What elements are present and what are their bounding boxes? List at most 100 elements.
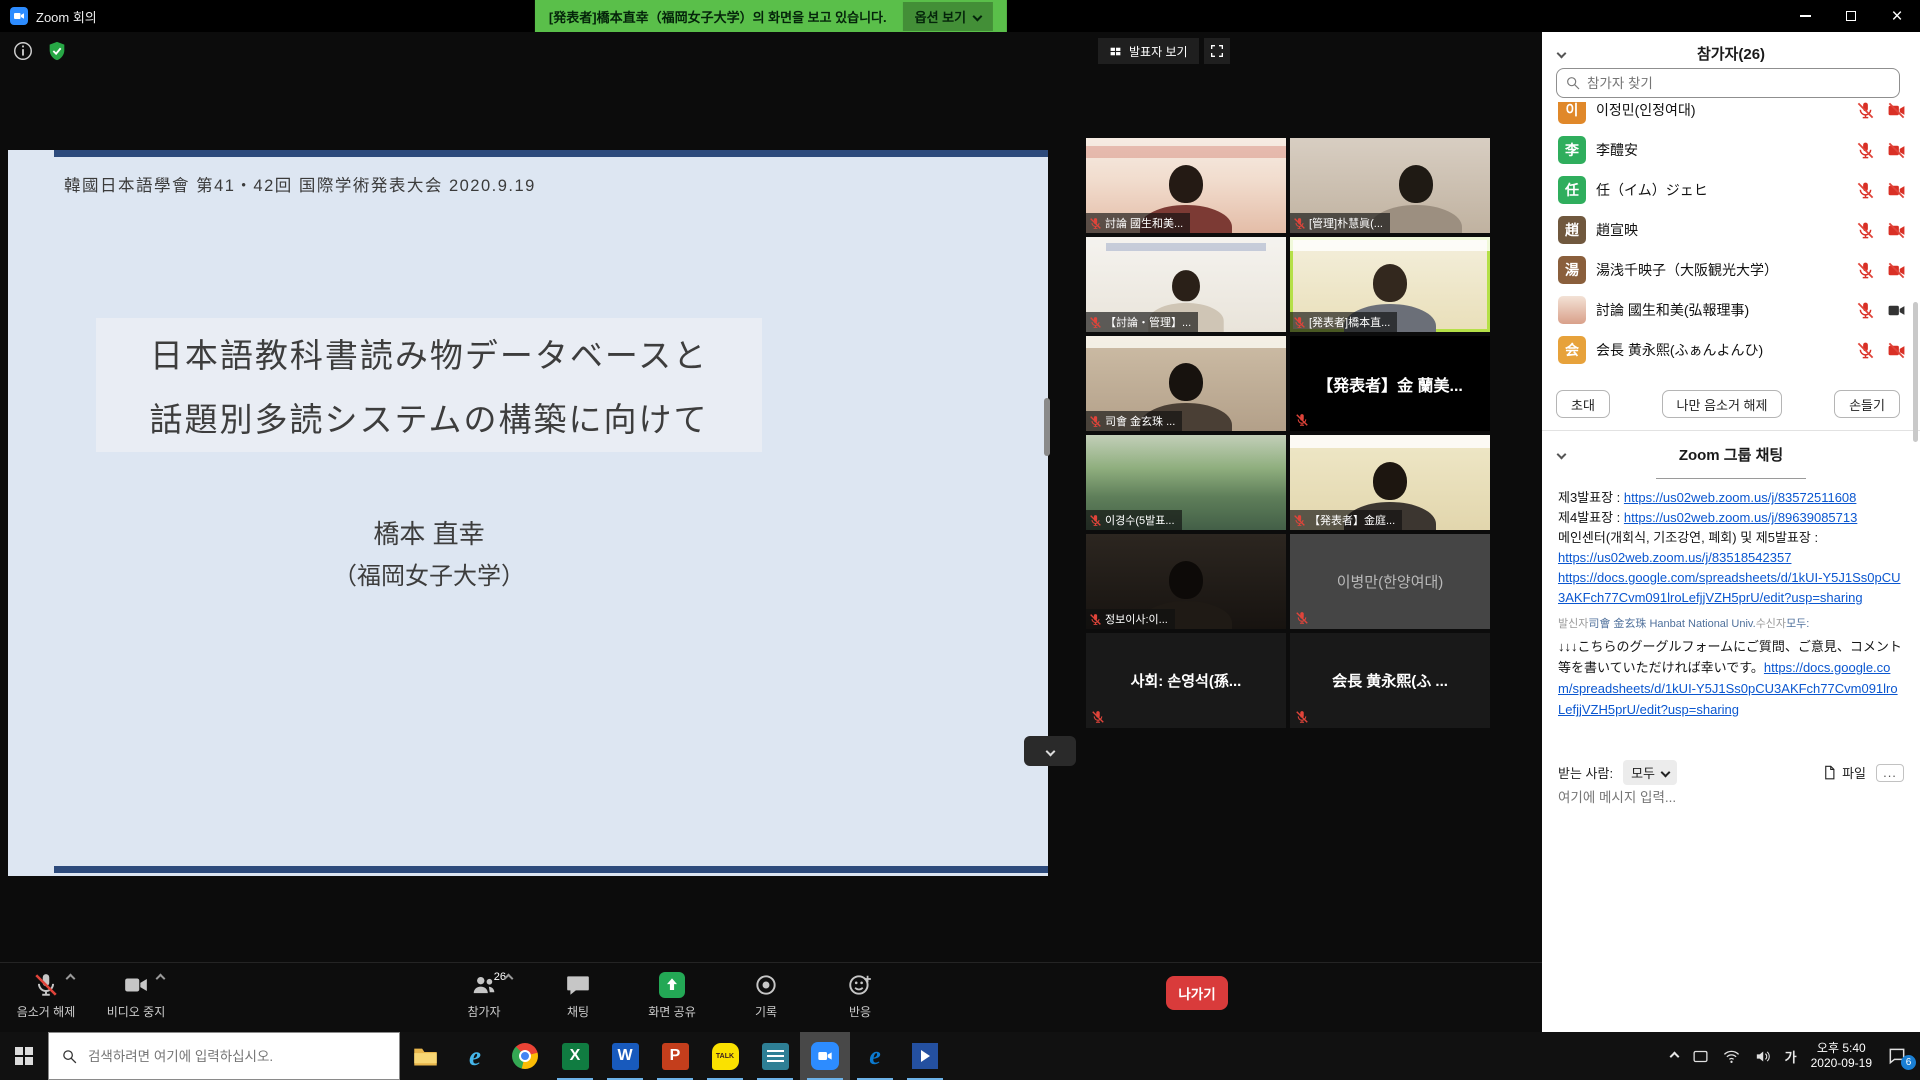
action-center-icon[interactable]: 6 <box>1886 1046 1908 1066</box>
chat-link[interactable]: https://us02web.zoom.us/j/89639085713 <box>1624 510 1857 525</box>
start-button[interactable] <box>0 1032 48 1080</box>
video-tile-name-only[interactable]: 사회: 손영석(孫... <box>1086 633 1286 728</box>
video-tile[interactable]: 討論 國生和美... <box>1086 138 1286 233</box>
participants-label: 참가자 <box>467 1003 500 1020</box>
ime-indicator[interactable]: 가 <box>1785 1047 1797 1066</box>
video-tile[interactable]: 【討論・管理】... <box>1086 237 1286 332</box>
participant-row[interactable]: 会 会長 黄永熙(ふぁんよんひ) <box>1542 330 1920 370</box>
taskbar-powerpoint[interactable]: P <box>650 1032 700 1080</box>
participant-search-input[interactable] <box>1587 76 1891 91</box>
close-button[interactable]: × <box>1874 0 1920 32</box>
taskbar-ebook-app[interactable] <box>750 1032 800 1080</box>
video-tile[interactable]: 정보이사:이... <box>1086 534 1286 629</box>
presenter-view-label: 발표자 보기 <box>1129 43 1188 60</box>
muted-mic-icon <box>1856 341 1875 360</box>
stage-scrollbar-handle[interactable] <box>1044 398 1050 456</box>
video-tile-name-only[interactable]: 이병만(한양여대) <box>1290 534 1490 629</box>
taskbar-chrome[interactable] <box>500 1032 550 1080</box>
unmute-me-button[interactable]: 나만 음소거 해제 <box>1662 390 1783 418</box>
hidden-icons-chevron[interactable] <box>1669 1051 1679 1061</box>
chat-sender-meta: 발신자司會 金玄珠 Hanbat National Univ.수신자모두: <box>1558 614 1904 634</box>
chat-link[interactable]: https://docs.google.com/spreadsheets/d/1… <box>1558 570 1901 605</box>
network-icon[interactable] <box>1723 1048 1740 1065</box>
taskbar-search-box[interactable] <box>48 1032 400 1080</box>
chat-link[interactable]: https://us02web.zoom.us/j/83518542357 <box>1558 550 1791 565</box>
avatar: 이 <box>1558 102 1586 124</box>
video-off-icon <box>1887 181 1906 200</box>
video-options-chevron[interactable] <box>156 974 166 984</box>
taskbar-internet-explorer[interactable]: e <box>450 1032 500 1080</box>
encryption-shield-icon[interactable] <box>46 40 68 62</box>
chat-resize-handle[interactable] <box>1656 478 1806 479</box>
participant-row[interactable]: 討論 國生和美(弘報理事) <box>1542 290 1920 330</box>
muted-mic-icon <box>1293 217 1306 230</box>
video-tile[interactable]: [管理]朴慧眞(... <box>1290 138 1490 233</box>
video-tile-name-only[interactable]: 会長 黄永熙(ふ ... <box>1290 633 1490 728</box>
grid-view-icon <box>1109 45 1122 58</box>
taskbar-word[interactable]: W <box>600 1032 650 1080</box>
collapse-participants-chevron[interactable] <box>1557 48 1567 58</box>
meeting-info-icon[interactable] <box>12 40 34 62</box>
taskbar-search-input[interactable] <box>88 1049 387 1064</box>
tray-date: 2020-09-19 <box>1811 1056 1872 1070</box>
share-screen-icon <box>659 972 685 998</box>
stop-video-label: 비디오 중지 <box>107 1003 166 1020</box>
unmute-button[interactable]: 음소거 해제 <box>14 972 78 1020</box>
volume-icon[interactable] <box>1754 1048 1771 1065</box>
participant-row[interactable]: 湯 湯浅千映子（大阪観光大学） <box>1542 250 1920 290</box>
video-tile-active-speaker[interactable]: [発表者]橋本直... <box>1290 237 1490 332</box>
mic-options-chevron[interactable] <box>66 974 76 984</box>
record-icon <box>753 972 779 998</box>
panel-scrollbar-handle[interactable] <box>1913 302 1918 442</box>
file-attach-button[interactable]: 파일 <box>1822 763 1866 782</box>
minimize-button[interactable] <box>1782 0 1828 32</box>
participant-list: 이 이정민(인정여대) 李 李醴安 任 任（イム）ジェヒ 趙 趙宣映 湯 湯浅千… <box>1542 102 1920 378</box>
participant-row[interactable]: 李 李醴安 <box>1542 130 1920 170</box>
participant-row[interactable]: 趙 趙宣映 <box>1542 210 1920 250</box>
video-tile-name-only[interactable]: 【発表者】金 蘭美... <box>1290 336 1490 431</box>
muted-mic-icon <box>1856 261 1875 280</box>
participant-row[interactable]: 이 이정민(인정여대) <box>1542 102 1920 130</box>
collapse-chat-chevron[interactable] <box>1557 449 1567 459</box>
maximize-icon <box>1846 11 1856 21</box>
chat-message: https://docs.google.com/spreadsheets/d/1… <box>1558 568 1904 608</box>
taskbar-excel[interactable]: X <box>550 1032 600 1080</box>
tablet-tray-icon[interactable] <box>1692 1048 1709 1065</box>
invite-button[interactable]: 초대 <box>1556 390 1610 418</box>
presenter-view-button[interactable]: 발표자 보기 <box>1098 38 1199 64</box>
chat-button[interactable]: 채팅 <box>546 972 610 1020</box>
video-tile[interactable]: 【発表者】金庭... <box>1290 435 1490 530</box>
taskbar-clock[interactable]: 오후 5:40 2020-09-19 <box>1811 1041 1872 1071</box>
chat-message-input[interactable] <box>1558 790 1904 805</box>
taskbar-edge[interactable]: e <box>850 1032 900 1080</box>
chat-more-button[interactable]: ... <box>1876 764 1904 782</box>
record-button[interactable]: 기록 <box>734 972 798 1020</box>
participants-panel-header: 참가자(26) <box>1542 40 1920 66</box>
video-off-icon <box>1887 102 1906 120</box>
taskbar-zoom[interactable] <box>800 1032 850 1080</box>
chat-input-row[interactable] <box>1558 790 1904 805</box>
slide-title-line1: 日本語教科書読み物データベースと <box>150 329 708 377</box>
share-screen-button[interactable]: 화면 공유 <box>640 972 704 1020</box>
participant-row[interactable]: 任 任（イム）ジェヒ <box>1542 170 1920 210</box>
video-tile[interactable]: 이경수(5발표... <box>1086 435 1286 530</box>
taskbar-kakaotalk[interactable]: TALK <box>700 1032 750 1080</box>
chevron-down-icon <box>1045 746 1055 756</box>
taskbar-photos[interactable] <box>900 1032 950 1080</box>
recipient-select[interactable]: 모두 <box>1623 760 1677 785</box>
participants-panel-title: 참가자(26) <box>1697 43 1765 64</box>
view-options-button[interactable]: 옵션 보기 <box>903 2 993 31</box>
mic-muted-icon <box>33 972 59 998</box>
participant-search-box[interactable] <box>1556 68 1900 98</box>
maximize-button[interactable] <box>1828 0 1874 32</box>
fullscreen-button[interactable] <box>1204 38 1230 64</box>
gallery-more-button[interactable] <box>1024 736 1076 766</box>
chat-link[interactable]: https://us02web.zoom.us/j/83572511608 <box>1624 490 1856 505</box>
taskbar-file-explorer[interactable] <box>400 1032 450 1080</box>
video-tile[interactable]: 司會 金玄珠 ... <box>1086 336 1286 431</box>
participants-button[interactable]: 26 참가자 <box>452 972 516 1020</box>
stop-video-button[interactable]: 비디오 중지 <box>104 972 168 1020</box>
reactions-button[interactable]: 반응 <box>828 972 892 1020</box>
raise-hand-button[interactable]: 손들기 <box>1834 390 1900 418</box>
leave-meeting-button[interactable]: 나가기 <box>1166 976 1228 1010</box>
